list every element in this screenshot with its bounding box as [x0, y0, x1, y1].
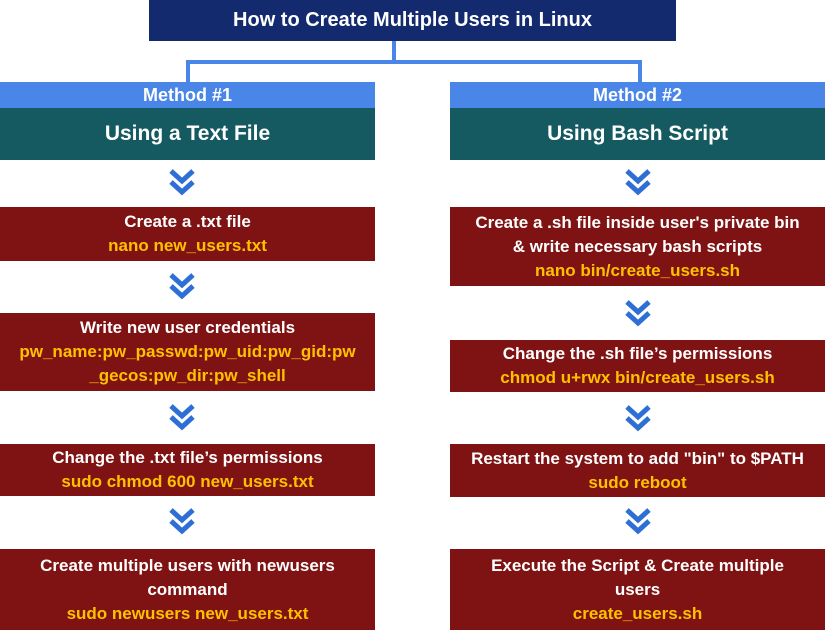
step-command: sudo reboot: [588, 472, 687, 492]
step-text: Change the .sh file’s permissions: [502, 344, 773, 363]
step-text-line-1: Create multiple users with newusers: [40, 555, 335, 575]
down-chevron-icon: [168, 402, 196, 432]
step-text: Create a .txt file: [124, 212, 251, 231]
step-command: nano new_users.txt: [108, 236, 267, 255]
method-2-subtitle: Using Bash Script: [450, 108, 825, 160]
down-chevron-icon: [168, 271, 196, 301]
method-2-step-4: Execute the Script & Create multiple use…: [450, 549, 825, 630]
step-command: chmod u+rwx bin/create_users.sh: [500, 368, 775, 387]
method-1-label: Method #1: [0, 82, 375, 108]
method-1-step-1: Create a .txt file nano new_users.txt: [0, 207, 375, 261]
method-1-subtitle: Using a Text File: [0, 108, 375, 160]
down-chevron-icon: [624, 298, 652, 328]
step-text-line-1: Create a .sh file inside user's private …: [475, 212, 800, 232]
method-1-step-2: Write new user credentials pw_name:pw_pa…: [0, 313, 375, 391]
method-2-label: Method #2: [450, 82, 825, 108]
method-2-step-1: Create a .sh file inside user's private …: [450, 207, 825, 286]
method-1-step-3: Change the .txt file’s permissions sudo …: [0, 444, 375, 496]
step-command: sudo chmod 600 new_users.txt: [61, 472, 314, 491]
down-chevron-icon: [168, 506, 196, 536]
step-text: Write new user credentials: [79, 318, 296, 337]
step-text: Restart the system to add "bin" to $PATH: [471, 448, 804, 468]
diagram-title: How to Create Multiple Users in Linux: [149, 0, 676, 41]
step-text: Change the .txt file’s permissions: [52, 448, 323, 467]
down-chevron-icon: [624, 506, 652, 536]
down-chevron-icon: [624, 167, 652, 197]
step-command-line-2: _gecos:pw_dir:pw_shell: [89, 366, 286, 385]
branch-connector-horizontal: [186, 60, 642, 64]
step-text-line-2: users: [614, 579, 661, 599]
step-text-line-2: command: [147, 579, 228, 599]
step-command: nano bin/create_users.sh: [534, 260, 741, 280]
title-connector-vertical: [392, 41, 396, 62]
down-chevron-icon: [624, 403, 652, 433]
method-2-step-3: Restart the system to add "bin" to $PATH…: [450, 444, 825, 497]
step-command: create_users.sh: [572, 603, 703, 623]
method-2-step-2: Change the .sh file’s permissions chmod …: [450, 340, 825, 392]
branch-connector-right: [638, 60, 642, 82]
down-chevron-icon: [168, 167, 196, 197]
step-text-line-1: Execute the Script & Create multiple: [491, 555, 784, 575]
branch-connector-left: [186, 60, 190, 82]
step-command: sudo newusers new_users.txt: [66, 603, 309, 623]
step-text-line-2: & write necessary bash scripts: [512, 236, 763, 256]
method-1-step-4: Create multiple users with newusers comm…: [0, 549, 375, 630]
step-command-line-1: pw_name:pw_passwd:pw_uid:pw_gid:pw: [19, 342, 356, 361]
